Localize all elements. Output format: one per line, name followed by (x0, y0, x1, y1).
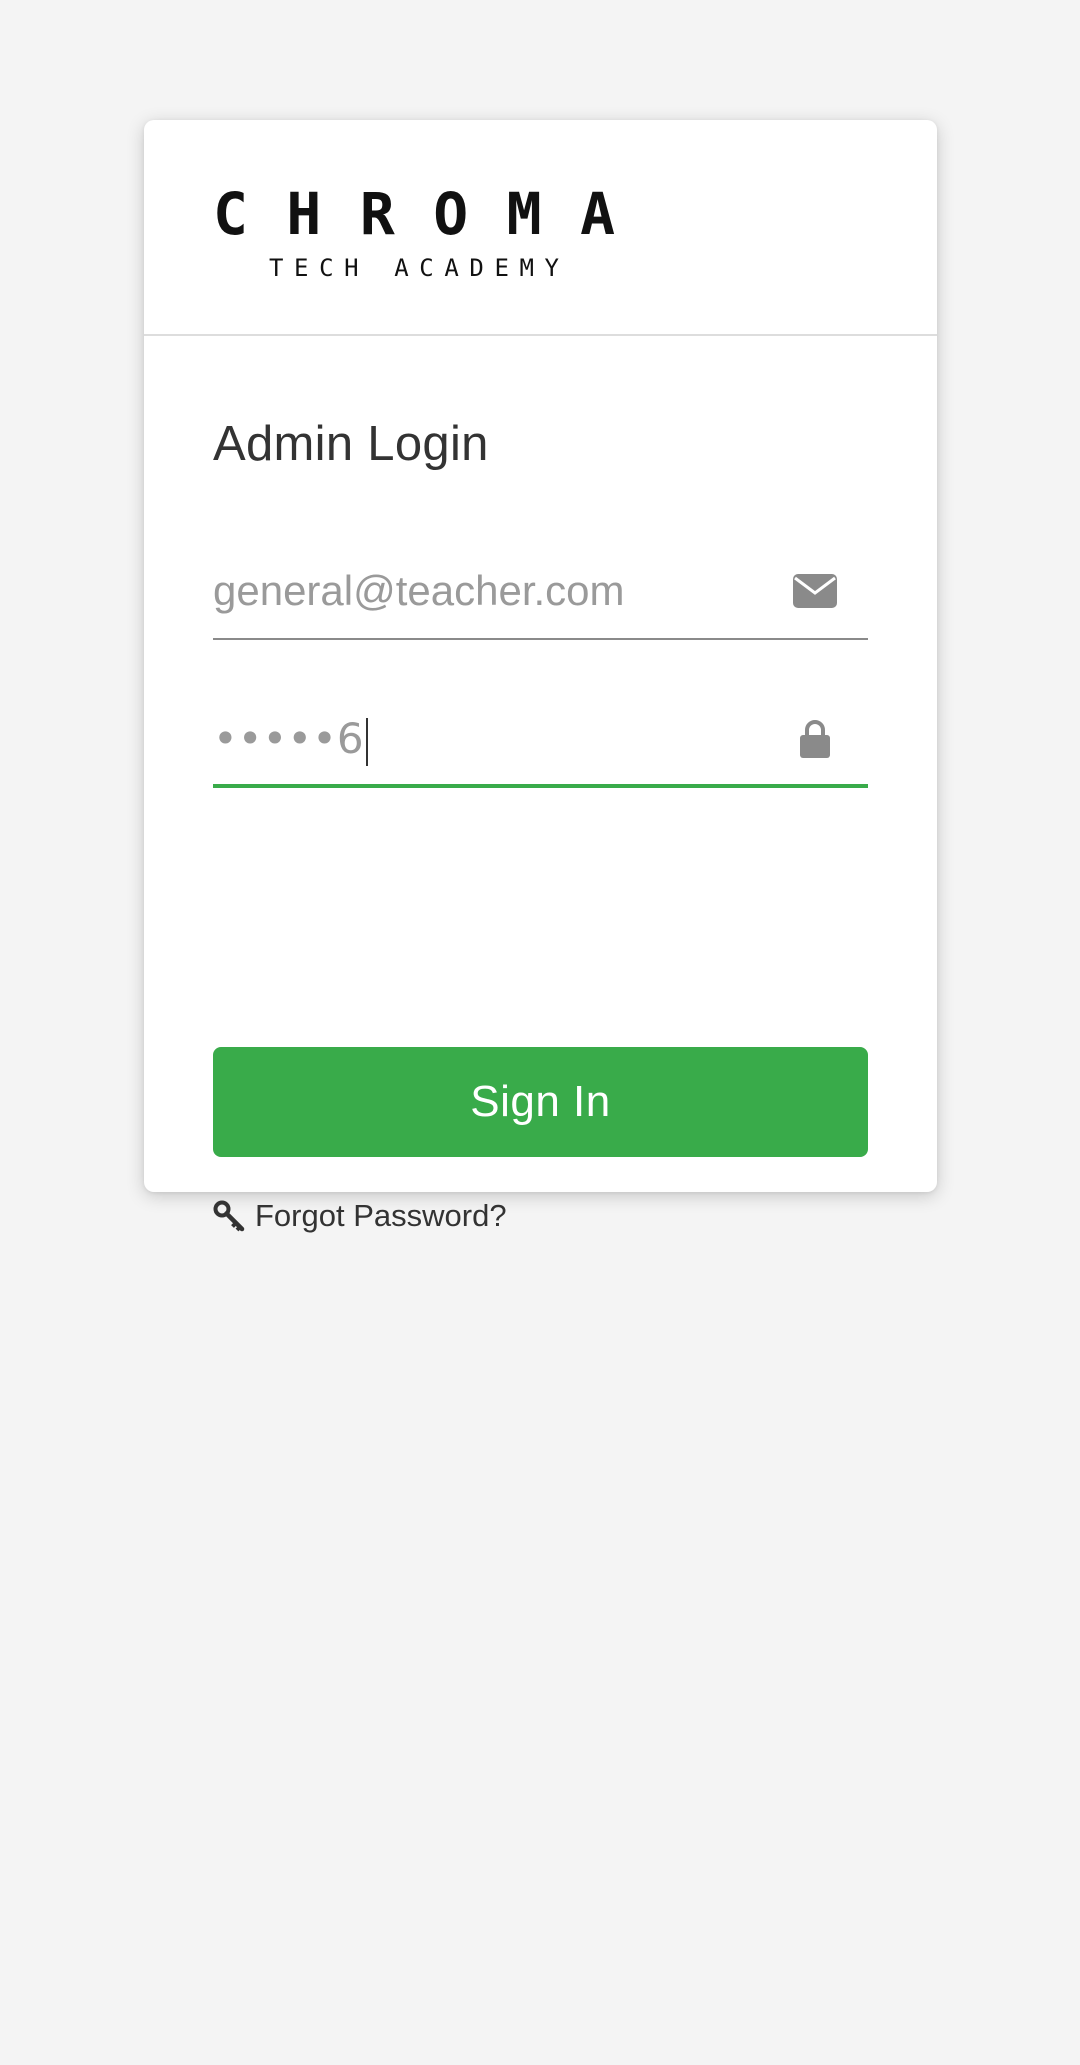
page-title: Admin Login (213, 417, 489, 471)
email-field-wrapper (213, 546, 868, 640)
password-field-wrapper[interactable]: •••••6 (213, 694, 868, 788)
lock-icon (792, 716, 838, 762)
sign-in-button[interactable]: Sign In (213, 1047, 868, 1157)
forgot-password-label: Forgot Password? (255, 1198, 507, 1233)
card-header: CHROMA TECH ACADEMY (144, 120, 937, 336)
chroma-logo: CHROMA TECH ACADEMY (213, 186, 617, 280)
email-input[interactable] (213, 546, 773, 636)
logo-tagline-text: TECH ACADEMY (269, 254, 560, 280)
key-icon (213, 1200, 245, 1232)
password-value: •••••6 (213, 714, 364, 763)
login-card: CHROMA TECH ACADEMY Admin Login •••••6 (144, 120, 937, 1233)
envelope-icon (792, 568, 838, 614)
password-input[interactable]: •••••6 (213, 694, 368, 784)
text-caret (365, 717, 368, 766)
logo-brand-text: CHROMA (213, 186, 615, 248)
forgot-password-link[interactable]: Forgot Password? (213, 1198, 507, 1234)
